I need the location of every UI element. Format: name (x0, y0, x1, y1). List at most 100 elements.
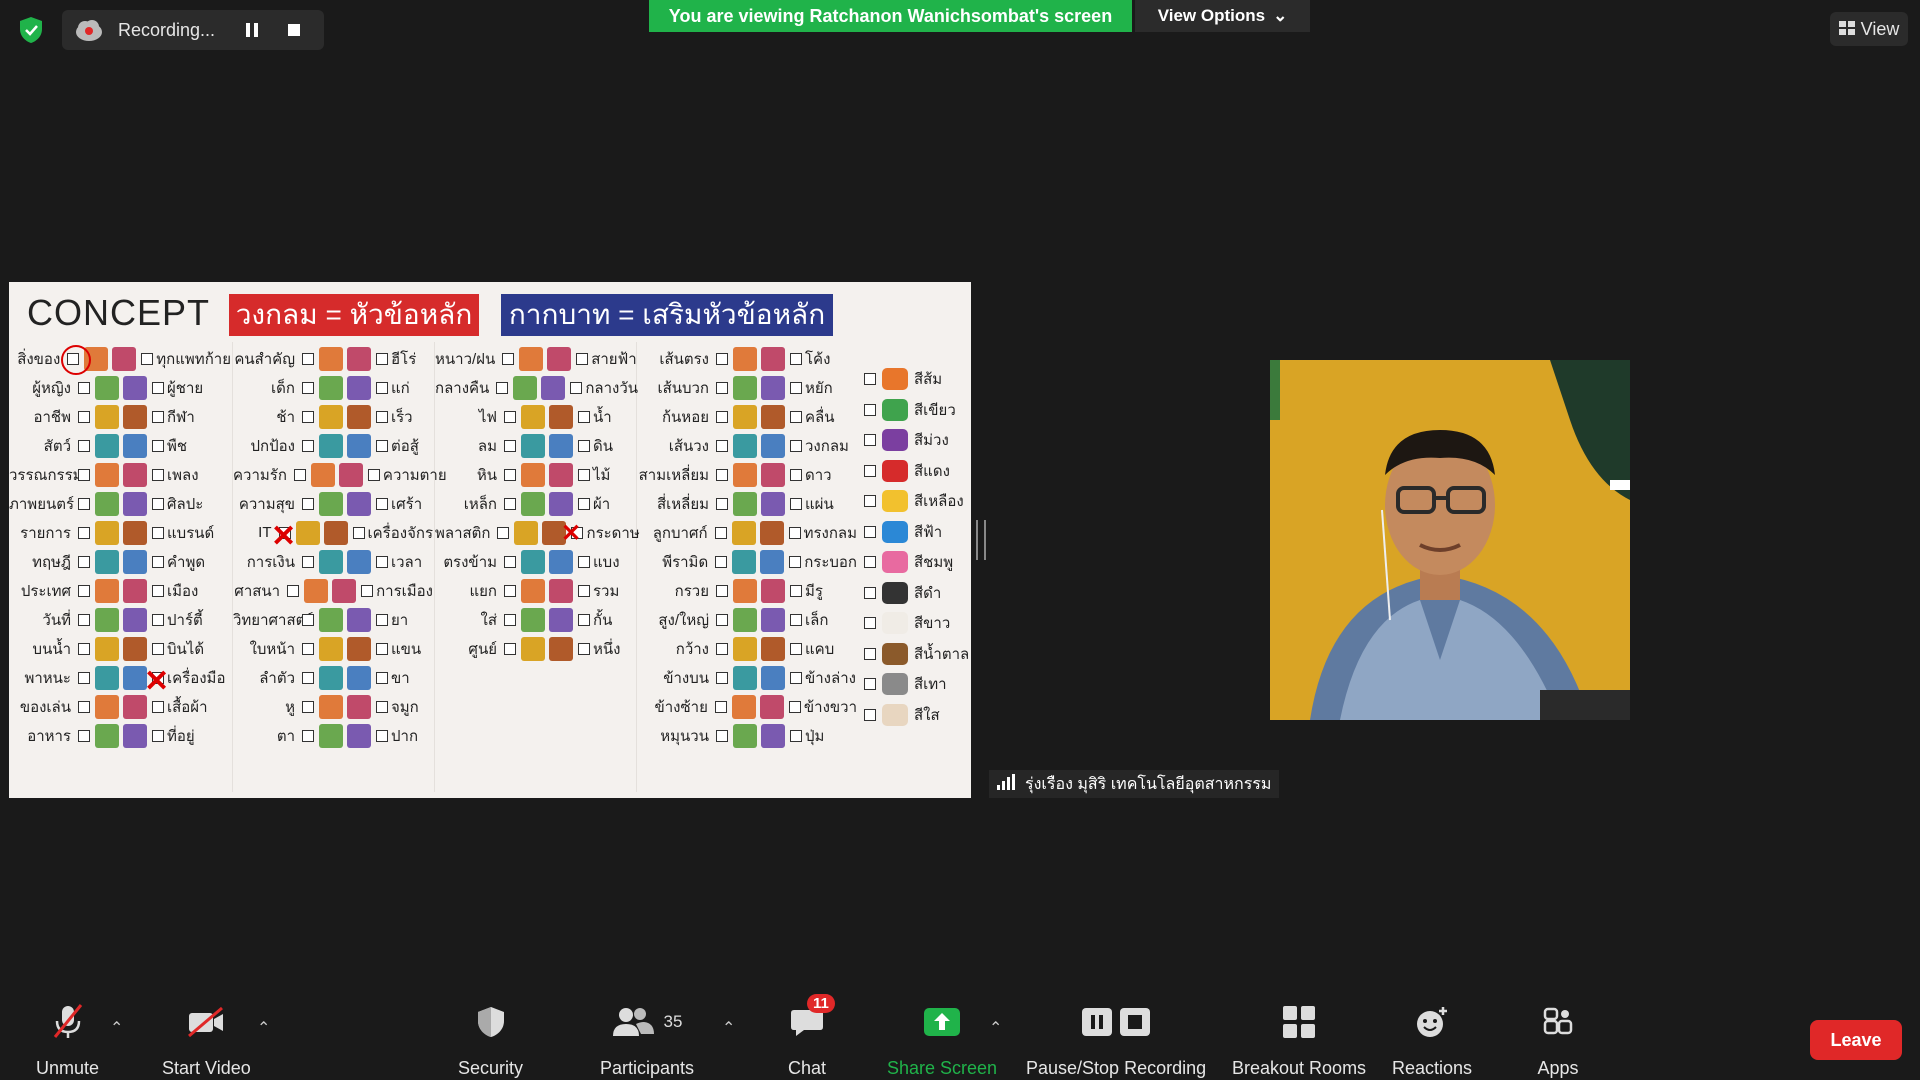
grid-view-icon (1838, 19, 1855, 40)
concept-checkbox (78, 497, 90, 510)
breakout-rooms-button[interactable]: Breakout Rooms (1232, 1000, 1366, 1079)
color-label: สีน้ำตาล (914, 645, 970, 663)
concept-row: กว้าง แคบ (637, 634, 857, 663)
color-row: สีส้ม (861, 364, 969, 395)
concept-card-icon (521, 549, 545, 574)
participants-label: Participants (600, 1058, 695, 1078)
start-video-button[interactable]: Start Video (162, 1000, 251, 1079)
concept-checkbox (302, 439, 314, 452)
concept-checkbox (578, 468, 590, 481)
concept-label: ดิน (593, 437, 613, 455)
concept-label: เร็ว (391, 408, 413, 426)
concept-row: ศูนย์ หนึ่ง (435, 634, 635, 663)
concept-checkbox (504, 555, 516, 568)
concept-checkbox (152, 497, 164, 510)
concept-row: ช้า เร็ว (233, 402, 433, 431)
concept-row: สัตว์ พืช (9, 431, 231, 460)
concept-card-icon (123, 404, 147, 429)
concept-checkbox (78, 584, 90, 597)
concept-card-icon (731, 520, 756, 545)
concept-checkbox (716, 584, 728, 597)
concept-row: IT เครื่องจักร (233, 518, 433, 547)
pause-stop-recording-button[interactable]: Pause/Stop Recording (1026, 1000, 1206, 1079)
concept-row: หิน ไม้ (435, 460, 635, 489)
concept-card-icon (547, 346, 572, 371)
concept-card-icon (733, 607, 757, 632)
concept-label: รายการ (20, 524, 71, 542)
concept-row: ภาพยนตร์ ศิลปะ (9, 489, 231, 518)
view-options-button[interactable]: View Options ⌄ (1135, 0, 1310, 32)
concept-label: ต่อสู้ (391, 437, 419, 455)
concept-label: บินได้ (167, 640, 205, 658)
chat-button[interactable]: 11 Chat (785, 994, 835, 1079)
apps-button[interactable]: Apps (1536, 1000, 1580, 1079)
participant-name: รุ่งเรือง มุสิริ เทคโนโลยีอุตสาหกรรม (1025, 775, 1272, 793)
share-options-caret[interactable]: ⌃ (989, 1018, 1002, 1038)
share-screen-button[interactable]: Share Screen (887, 1000, 997, 1079)
pause-recording-button[interactable] (240, 18, 264, 42)
concept-row: รายการ แบรนด์ (9, 518, 231, 547)
audio-options-caret[interactable]: ⌃ (110, 1018, 123, 1038)
security-shield-icon[interactable] (18, 16, 44, 44)
concept-label: ลำตัว (259, 669, 295, 687)
red-circle-mark (61, 345, 91, 375)
video-options-caret[interactable]: ⌃ (257, 1018, 270, 1038)
concept-checkbox (716, 352, 728, 365)
leave-button[interactable]: Leave (1810, 1020, 1902, 1060)
concept-label: ใส่ (480, 611, 497, 629)
concept-row: พาหนะ เครื่องมือ (9, 663, 231, 692)
concept-label: ทุกแพทก้าย (156, 350, 231, 368)
unmute-button[interactable]: Unmute (36, 1000, 99, 1079)
concept-checkbox (78, 410, 90, 423)
concept-card-icon (295, 520, 320, 545)
color-checkbox (864, 556, 876, 569)
concept-row: บนน้ำ บินได้ (9, 634, 231, 663)
concept-row: ความสุข เศร้า (233, 489, 433, 518)
concept-checkbox (293, 468, 306, 481)
security-button[interactable]: Security (458, 1000, 523, 1079)
color-swatch (882, 642, 908, 665)
concept-checkbox (790, 439, 802, 452)
color-row: สีน้ำตาล (861, 639, 969, 670)
concept-checkbox (152, 642, 164, 655)
concept-card-icon (733, 433, 757, 458)
share-screen-label: Share Screen (887, 1058, 998, 1078)
red-cross-mark: ✕ (271, 520, 297, 553)
concept-card-icon (319, 607, 343, 632)
concept-checkbox (302, 381, 314, 394)
concept-card-icon (319, 491, 343, 516)
stop-recording-button[interactable] (282, 18, 306, 42)
concept-checkbox (716, 642, 728, 655)
concept-row: ลม ดิน (435, 431, 635, 460)
concept-checkbox (152, 439, 164, 452)
reactions-button[interactable]: Reactions (1392, 1000, 1472, 1079)
concept-checkbox (504, 497, 516, 510)
concept-card-icon (347, 549, 371, 574)
concept-row: ลูกบาศก์ ทรงกลม (637, 518, 857, 547)
concept-card-icon (95, 636, 119, 661)
concept-card-icon (95, 694, 119, 719)
concept-card-icon (95, 723, 119, 748)
split-resize-handle[interactable] (976, 520, 986, 560)
concept-card-icon (521, 404, 545, 429)
participants-options-caret[interactable]: ⌃ (722, 1018, 735, 1038)
concept-card-icon (347, 404, 371, 429)
concept-label: กระบอก (804, 553, 857, 571)
recording-indicator: Recording... (62, 10, 324, 50)
concept-checkbox (714, 526, 727, 539)
participants-button[interactable]: 35 Participants (600, 1000, 694, 1079)
concept-checkbox (790, 671, 802, 684)
chat-unread-badge: 11 (807, 994, 835, 1013)
view-button[interactable]: View (1830, 12, 1908, 46)
apps-icon (1536, 1000, 1580, 1044)
concept-label: พืช (167, 437, 188, 455)
concept-card-icon (549, 607, 573, 632)
concept-label: เวลา (391, 553, 423, 571)
concept-row: เด็ก แก่ (233, 373, 433, 402)
concept-label: หยัก (805, 379, 833, 397)
concept-checkbox (497, 526, 510, 539)
concept-label: ทรงกลม (803, 524, 857, 542)
concept-row: ศาสนา การเมือง (233, 576, 433, 605)
concept-checkbox (578, 410, 590, 423)
concept-label: เล็ก (805, 611, 829, 629)
